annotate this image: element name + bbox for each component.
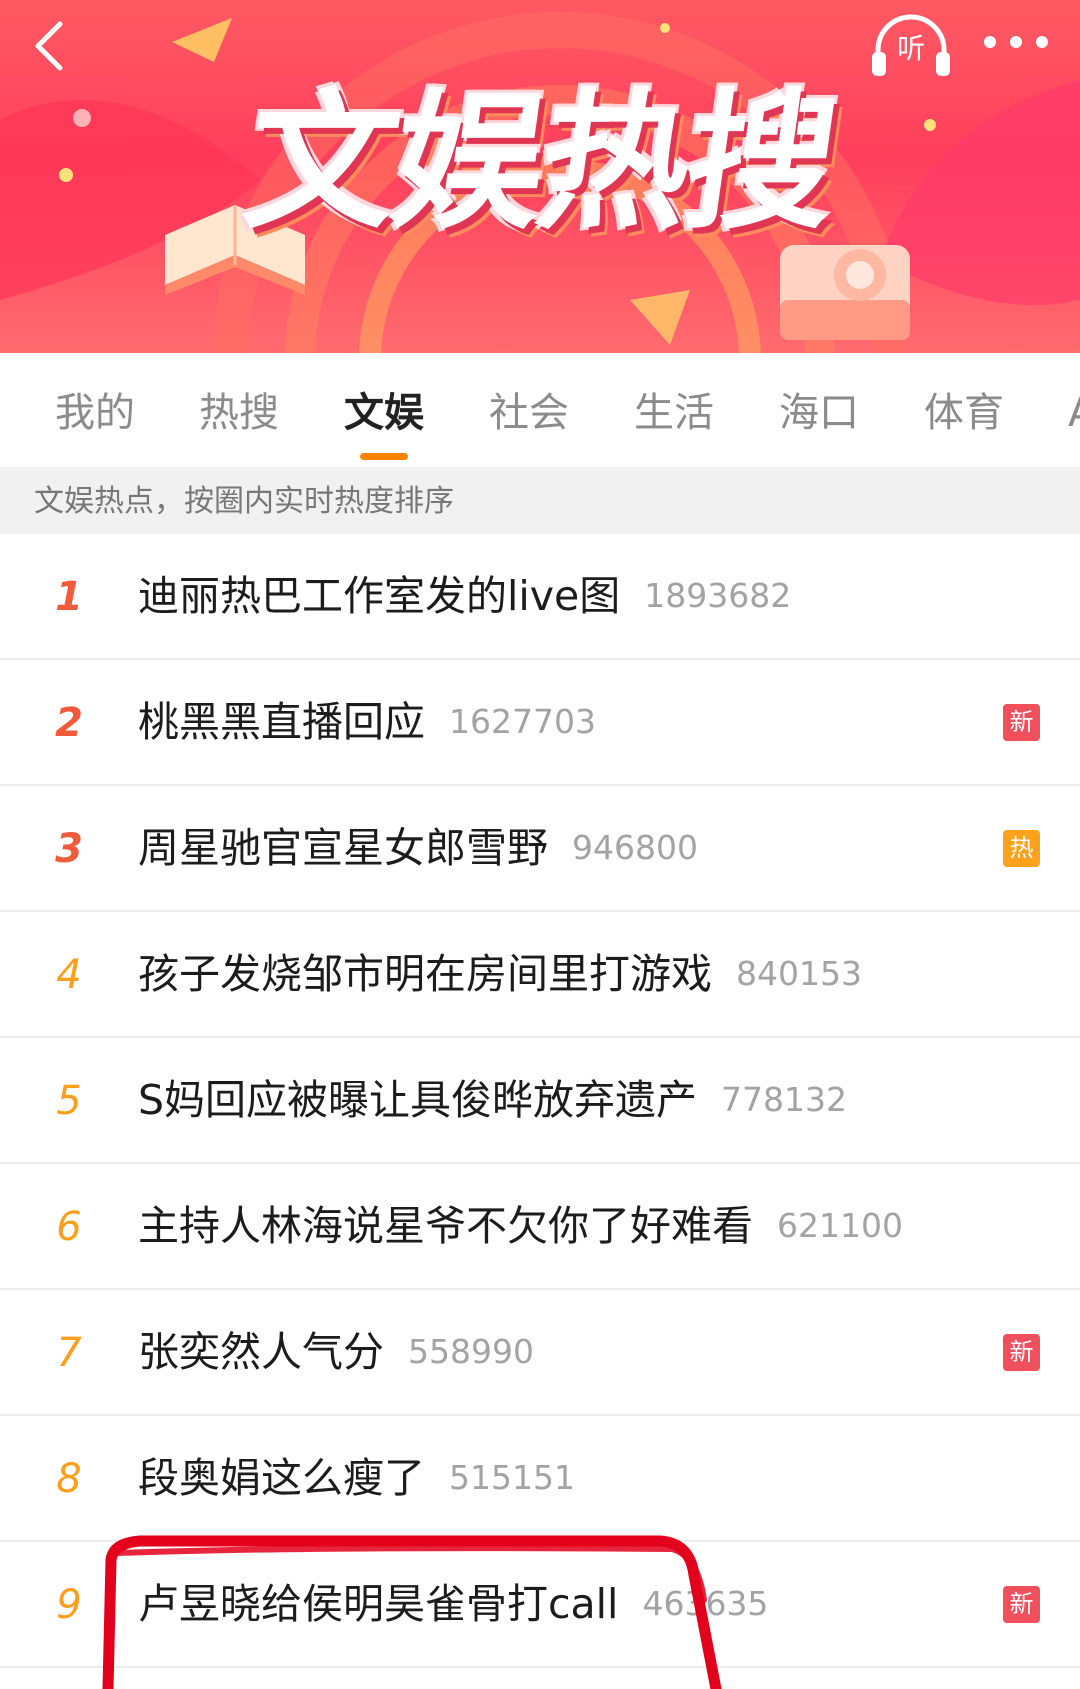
list-item[interactable]: 4 孩子发烧邹市明在房间里打游戏 840153 — [0, 912, 1080, 1038]
tab-entertainment[interactable]: 文娱 — [344, 388, 424, 438]
tab-mine[interactable]: 我的 — [55, 388, 135, 438]
heat-count: 946800 — [572, 828, 698, 867]
rank-number: 7 — [56, 1330, 82, 1376]
list-item[interactable]: 1 迪丽热巴工作室发的live图 1893682 — [0, 534, 1080, 660]
camera-illustration — [780, 245, 910, 340]
topic-title: 段奥娟这么瘦了 — [138, 1454, 425, 1502]
rank-number: 9 — [56, 1582, 82, 1628]
topic-title: 张奕然人气分 — [138, 1328, 384, 1376]
active-tab-indicator — [360, 453, 408, 460]
list-item[interactable]: 9 卢昱晓给侯明昊雀骨打call 463635 新 — [0, 1542, 1080, 1668]
topic-title: 桃黑黑直播回应 — [138, 698, 425, 746]
topic-title: 周星驰官宣星女郎雪野 — [138, 824, 548, 872]
topic-title: 卢昱晓给侯明昊雀骨打call — [138, 1580, 619, 1628]
tab-society[interactable]: 社会 — [489, 388, 569, 438]
rank-number: 3 — [55, 826, 83, 872]
rank-number: 4 — [56, 952, 82, 998]
rank-number: 2 — [55, 700, 83, 746]
list-item[interactable]: 7 张奕然人气分 558990 新 — [0, 1290, 1080, 1416]
heat-count: 1893682 — [644, 576, 792, 615]
tab-hot-search[interactable]: 热搜 — [199, 388, 279, 438]
list-item[interactable]: 3 周星驰官宣星女郎雪野 946800 热 — [0, 786, 1080, 912]
tab-more[interactable]: A — [1068, 388, 1080, 438]
list-item[interactable]: 8 段奥娟这么瘦了 515151 — [0, 1416, 1080, 1542]
heat-count: 515151 — [449, 1458, 575, 1497]
tab-bar: 我的 热搜 文娱 社会 生活 海口 体育 A — [0, 353, 1080, 468]
more-icon — [984, 36, 1048, 48]
topic-title: S妈回应被曝让具俊晔放弃遗产 — [138, 1076, 698, 1124]
new-badge: 新 — [1003, 1586, 1040, 1623]
banner-title: 文娱热搜 — [235, 76, 845, 250]
heat-count: 778132 — [721, 1080, 848, 1119]
rank-number: 1 — [55, 574, 83, 620]
tab-life[interactable]: 生活 — [634, 388, 714, 438]
back-button[interactable] — [22, 16, 82, 76]
list-item[interactable]: 2 桃黑黑直播回应 1627703 新 — [0, 660, 1080, 786]
topic-title: 迪丽热巴工作室发的live图 — [138, 572, 621, 620]
hot-search-list: 1 迪丽热巴工作室发的live图 1893682 2 桃黑黑直播回应 1627703… — [0, 534, 1080, 1668]
rank-number: 6 — [56, 1204, 82, 1250]
heat-count: 463635 — [642, 1584, 769, 1623]
heat-count: 558990 — [408, 1332, 534, 1371]
listen-button[interactable]: 听 — [868, 10, 954, 80]
listen-label: 听 — [896, 32, 925, 65]
topic-title: 主持人林海说星爷不欠你了好难看 — [138, 1202, 753, 1250]
list-description-text: 文娱热点，按圈内实时热度排序 — [34, 484, 454, 519]
new-badge: 新 — [1003, 1334, 1040, 1371]
list-item[interactable]: 5 S妈回应被曝让具俊晔放弃遗产 778132 — [0, 1038, 1080, 1164]
rank-number: 8 — [56, 1456, 82, 1502]
tab-haikou[interactable]: 海口 — [779, 388, 859, 438]
list-description: 文娱热点，按圈内实时热度排序 — [0, 467, 1080, 534]
heat-count: 621100 — [777, 1206, 903, 1245]
more-button[interactable] — [978, 22, 1058, 62]
new-badge: 新 — [1003, 704, 1040, 741]
heat-count: 840153 — [736, 954, 862, 993]
tab-sports[interactable]: 体育 — [924, 388, 1004, 438]
list-item[interactable]: 6 主持人林海说星爷不欠你了好难看 621100 — [0, 1164, 1080, 1290]
chevron-left-icon — [35, 21, 63, 71]
hot-badge: 热 — [1003, 830, 1040, 867]
rank-number: 5 — [56, 1078, 82, 1124]
topic-title: 孩子发烧邹市明在房间里打游戏 — [138, 950, 712, 998]
heat-count: 1627703 — [449, 702, 596, 741]
